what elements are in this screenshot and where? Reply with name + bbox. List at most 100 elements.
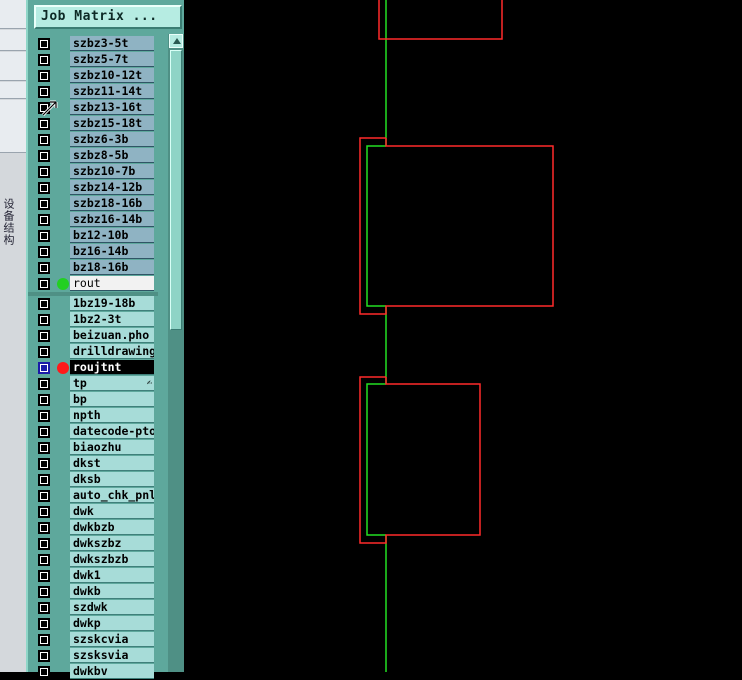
scroll-up-arrow-icon[interactable]	[169, 34, 183, 48]
layer-name[interactable]: 1bz2-3t	[70, 312, 154, 327]
layer-row-dwkbzb[interactable]: dwkbzb	[28, 520, 158, 536]
layer-row-bz16-14b[interactable]: bz16-14b	[28, 244, 158, 260]
layer-checkbox[interactable]	[38, 490, 50, 502]
layer-checkbox[interactable]	[38, 538, 50, 550]
layer-name[interactable]: drilldrawing	[70, 344, 154, 359]
job-matrix-button[interactable]: Job Matrix ...	[34, 5, 182, 29]
layer-row-datecode-pto[interactable]: datecode-pto	[28, 424, 158, 440]
layer-checkbox[interactable]	[38, 394, 50, 406]
layer-row-szdwk[interactable]: szdwk	[28, 600, 158, 616]
layer-name[interactable]: szsksvia	[70, 648, 154, 663]
layer-row-dwkbv[interactable]: dwkbv	[28, 664, 158, 680]
layer-row-szbz8-5b[interactable]: szbz8-5b	[28, 148, 158, 164]
layer-row-szbz10-12t[interactable]: szbz10-12t	[28, 68, 158, 84]
pcb-graphics-canvas[interactable]	[184, 0, 742, 672]
layer-name[interactable]: bz16-14b	[70, 244, 154, 259]
layer-row-beizuan-pho[interactable]: beizuan.pho	[28, 328, 158, 344]
layer-row-auto-chk-pnl[interactable]: auto_chk_pnl	[28, 488, 158, 504]
layer-row-dwk[interactable]: dwk	[28, 504, 158, 520]
layer-name[interactable]: auto_chk_pnl	[70, 488, 154, 503]
layer-options-icon[interactable]: ⊞	[147, 360, 152, 374]
layer-checkbox[interactable]	[38, 426, 50, 438]
layer-row-dwkp[interactable]: dwkp	[28, 616, 158, 632]
layer-row-rout[interactable]: rout	[28, 276, 158, 292]
layer-row-szbz3-5t[interactable]: szbz3-5t	[28, 36, 158, 52]
layer-checkbox[interactable]	[38, 522, 50, 534]
layer-checkbox[interactable]	[38, 314, 50, 326]
layer-checkbox[interactable]	[38, 506, 50, 518]
layer-checkbox[interactable]	[38, 618, 50, 630]
layer-checkbox[interactable]	[38, 166, 50, 178]
layer-name[interactable]: szskcvia	[70, 632, 154, 647]
layer-checkbox[interactable]	[38, 378, 50, 390]
layer-name[interactable]: szbz5-7t	[70, 52, 154, 67]
layer-edit-icon[interactable]: ✍	[147, 376, 152, 390]
layer-row-szskcvia[interactable]: szskcvia	[28, 632, 158, 648]
layer-row-szbz16-14b[interactable]: szbz16-14b	[28, 212, 158, 228]
layer-checkbox[interactable]	[38, 278, 50, 290]
layer-name[interactable]: szbz10-12t	[70, 68, 154, 83]
layer-name[interactable]: dwkb	[70, 584, 154, 599]
scroll-thumb[interactable]	[170, 50, 182, 330]
layer-checkbox[interactable]	[38, 150, 50, 162]
layer-checkbox[interactable]	[38, 362, 50, 374]
layer-name[interactable]: szbz6-3b	[70, 132, 154, 147]
layer-name[interactable]: dkst	[70, 456, 154, 471]
layer-row-1bz19-18b[interactable]: 1bz19-18b	[28, 296, 158, 312]
layer-row-1bz2-3t[interactable]: 1bz2-3t	[28, 312, 158, 328]
layer-row-roujtnt[interactable]: roujtnt ⊞	[28, 360, 158, 376]
layer-checkbox[interactable]	[38, 602, 50, 614]
layer-checkbox[interactable]	[38, 666, 50, 678]
layer-row-szbz15-18t[interactable]: szbz15-18t	[28, 116, 158, 132]
layer-list-scrollbar[interactable]	[168, 34, 184, 672]
layer-checkbox[interactable]	[38, 198, 50, 210]
layer-row-szsksvia[interactable]: szsksvia	[28, 648, 158, 664]
layer-checkbox[interactable]	[38, 650, 50, 662]
layer-checkbox[interactable]	[38, 554, 50, 566]
layer-name[interactable]: dksb	[70, 472, 154, 487]
layer-name[interactable]: szbz16-14b	[70, 212, 154, 227]
layer-row-dksb[interactable]: dksb	[28, 472, 158, 488]
layer-name[interactable]: bz12-10b	[70, 228, 154, 243]
layer-name[interactable]: 1bz19-18b	[70, 296, 154, 311]
layer-checkbox[interactable]	[38, 86, 50, 98]
layer-checkbox[interactable]	[38, 134, 50, 146]
layer-checkbox[interactable]	[38, 214, 50, 226]
layer-row-szbz18-16b[interactable]: szbz18-16b	[28, 196, 158, 212]
layer-name[interactable]: szbz11-14t	[70, 84, 154, 99]
layer-name[interactable]: szbz3-5t	[70, 36, 154, 51]
layer-checkbox[interactable]	[38, 474, 50, 486]
layer-row-szbz6-3b[interactable]: szbz6-3b	[28, 132, 158, 148]
layer-checkbox[interactable]	[38, 298, 50, 310]
layer-checkbox[interactable]	[38, 586, 50, 598]
layer-row-szbz10-7b[interactable]: szbz10-7b	[28, 164, 158, 180]
layer-name[interactable]: npth	[70, 408, 154, 423]
layer-name[interactable]: tp ✍	[70, 376, 154, 391]
layer-checkbox[interactable]	[38, 262, 50, 274]
layer-name[interactable]: szbz15-18t	[70, 116, 154, 131]
layer-name[interactable]: dwkp	[70, 616, 154, 631]
layer-checkbox[interactable]	[38, 458, 50, 470]
layer-checkbox[interactable]	[38, 410, 50, 422]
layer-row-bz18-16b[interactable]: bz18-16b	[28, 260, 158, 276]
layer-row-dkst[interactable]: dkst	[28, 456, 158, 472]
layer-row-bp[interactable]: bp	[28, 392, 158, 408]
layer-name[interactable]: datecode-pto	[70, 424, 154, 439]
layer-checkbox[interactable]	[38, 70, 50, 82]
layer-name[interactable]: szbz8-5b	[70, 148, 154, 163]
layer-row-drilldrawing[interactable]: drilldrawing	[28, 344, 158, 360]
layer-name[interactable]: szbz10-7b	[70, 164, 154, 179]
layer-name[interactable]: szbz13-16t	[70, 100, 154, 115]
layer-row-szbz14-12b[interactable]: szbz14-12b	[28, 180, 158, 196]
layer-checkbox[interactable]	[38, 330, 50, 342]
layer-row-bz12-10b[interactable]: bz12-10b	[28, 228, 158, 244]
layer-checkbox[interactable]	[38, 182, 50, 194]
layer-name[interactable]: dwkszbzb	[70, 552, 154, 567]
layer-row-dwkszbz[interactable]: dwkszbz	[28, 536, 158, 552]
layer-name[interactable]: dwk	[70, 504, 154, 519]
layer-name[interactable]: bz18-16b	[70, 260, 154, 275]
layer-name[interactable]: bp	[70, 392, 154, 407]
layer-checkbox[interactable]	[38, 54, 50, 66]
layer-checkbox[interactable]	[38, 230, 50, 242]
layer-checkbox[interactable]	[38, 634, 50, 646]
